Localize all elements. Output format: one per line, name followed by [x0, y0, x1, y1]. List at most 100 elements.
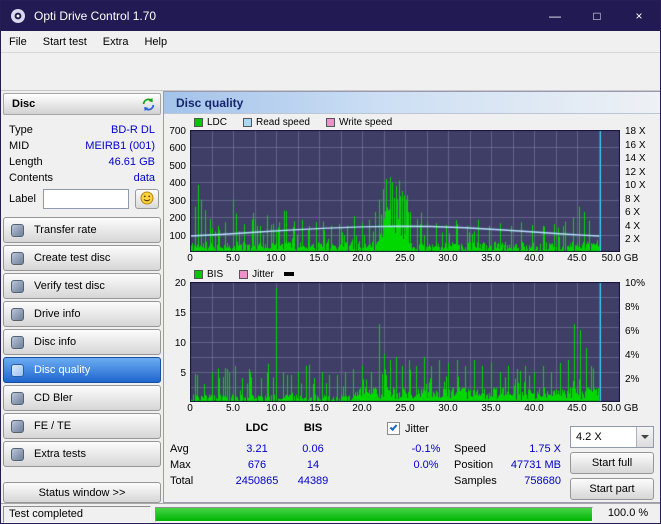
bis-y-axis-right: 10% 8% 6% 4% 2% — [622, 278, 660, 416]
toolbar: Drive (E:) HL-DT-ST BD-RE WH16NS48 1.D3 … — [1, 53, 660, 138]
ldc-y-axis-right: 18 X 16 X 14 X 12 X 10 X 8 X 6 X 4 X 2 X — [622, 126, 660, 266]
disc-quality-icon — [11, 364, 24, 377]
y-tick-label: 6% — [625, 326, 640, 337]
disc-label-input[interactable] — [43, 189, 129, 209]
x-tick-label: 0 — [187, 403, 193, 414]
contents-value[interactable]: data — [134, 172, 155, 184]
avg-jitter-value: -0.1% — [411, 443, 441, 455]
menu-extra[interactable]: Extra — [95, 33, 137, 51]
y-tick-label: 100 — [169, 231, 186, 242]
y-tick-label: 14 X — [625, 153, 646, 164]
rescan-disc-icon[interactable] — [141, 97, 156, 115]
x-tick-label: 10.0 — [266, 253, 286, 264]
avg-row-label: Avg — [170, 443, 189, 455]
close-button[interactable]: × — [618, 1, 660, 31]
cd-bler-label: CD Bler — [34, 392, 73, 404]
disc-quality-panel: Disc quality LDC Read speed Write speed … — [163, 91, 660, 504]
label-label: Label — [9, 193, 36, 205]
legend-write-speed: Write speed — [338, 116, 393, 128]
drive-info-label: Drive info — [34, 308, 81, 320]
menu-file[interactable]: File — [1, 33, 35, 51]
y-tick-label: 16 X — [625, 140, 646, 151]
x-tick-label: 15.0 — [309, 253, 329, 264]
x-tick-label: 5.0 — [226, 253, 240, 264]
maximize-button[interactable]: □ — [576, 1, 618, 31]
menu-start-test[interactable]: Start test — [35, 33, 95, 51]
avg-ldc-value: 3.21 — [246, 443, 268, 455]
x-tick-label: 40.0 — [524, 253, 544, 264]
total-bis-value: 44389 — [297, 475, 329, 487]
menubar: File Start test Extra Help — [1, 31, 660, 53]
sidebar-item-disc-quality[interactable]: Disc quality — [3, 357, 161, 383]
ldc-plot-canvas — [190, 130, 620, 252]
bis-y-axis-left: 20 15 10 5 — [164, 278, 188, 416]
status-window-button[interactable]: Status window >> — [3, 482, 161, 503]
titlebar: Opti Drive Control 1.70 — □ × — [1, 1, 660, 31]
smiley-button[interactable] — [135, 189, 159, 209]
verify-test-disc-label: Verify test disc — [34, 280, 105, 292]
ldc-column-header: LDC — [245, 422, 269, 434]
jitter-checkbox[interactable] — [387, 422, 400, 435]
y-tick-label: 8 X — [625, 194, 641, 205]
start-part-button[interactable]: Start part — [570, 478, 654, 500]
x-tick-label: 25.0 — [395, 253, 415, 264]
read-speed-swatch — [243, 117, 253, 127]
extra-tests-icon — [11, 448, 24, 461]
bis-chart: 20 15 10 5 10% 8% 6% 4% 2% 0 5.0 10.0 15.0 20.0 25.0… — [164, 278, 660, 416]
x-tick-label: 15.0 — [309, 403, 329, 414]
y-tick-label: 300 — [169, 196, 186, 207]
max-jitter-value: 0.0% — [413, 459, 439, 471]
y-tick-label: 20 — [174, 278, 186, 289]
start-full-button[interactable]: Start full — [570, 452, 654, 474]
y-tick-label: 5 — [180, 368, 186, 379]
sidebar-item-create-test-disc[interactable]: Create test disc — [3, 245, 161, 271]
menu-help[interactable]: Help — [136, 33, 175, 51]
disc-quality-label: Disc quality — [34, 364, 91, 376]
x-tick-label: 40.0 — [524, 403, 544, 414]
minimize-button[interactable]: — — [534, 1, 576, 31]
x-tick-label: 25.0 — [395, 403, 415, 414]
y-tick-label: 18 X — [625, 126, 646, 137]
max-ldc-value: 676 — [247, 459, 267, 471]
y-tick-label: 600 — [169, 143, 186, 154]
sidebar-item-drive-info[interactable]: Drive info — [3, 301, 161, 327]
sidebar-item-fe-te[interactable]: FE / TE — [3, 413, 161, 439]
sidebar-item-disc-info[interactable]: Disc info — [3, 329, 161, 355]
ldc-chart: 700 600 500 400 300 200 100 18 X 16 X 14 X 12 X 10… — [164, 126, 660, 266]
sidebar-item-cd-bler[interactable]: CD Bler — [3, 385, 161, 411]
extra-tests-label: Extra tests — [34, 448, 86, 460]
sidebar-item-transfer-rate[interactable]: Transfer rate — [3, 217, 161, 243]
transfer-rate-label: Transfer rate — [34, 224, 97, 236]
y-tick-label: 200 — [169, 213, 186, 224]
test-speed-select-arrow[interactable] — [636, 427, 653, 447]
smiley-icon — [140, 191, 154, 208]
checkmark-icon — [389, 423, 398, 431]
disc-info-icon — [11, 336, 24, 349]
app-window: Opti Drive Control 1.70 — □ × File Start… — [0, 0, 661, 524]
sidebar-item-verify-test-disc[interactable]: Verify test disc — [3, 273, 161, 299]
x-tick-label: 50.0 GB — [601, 253, 639, 264]
jitter-marker — [283, 272, 294, 276]
drive-info-icon — [11, 308, 24, 321]
y-tick-label: 6 X — [625, 207, 641, 218]
bis-column-header: BIS — [303, 422, 323, 434]
x-tick-label: 35.0 — [481, 403, 501, 414]
stats-area: LDC BIS Jitter Avg 3.21 0.06 -0.1% Max 6… — [164, 416, 660, 504]
x-tick-label: 30.0 — [438, 403, 458, 414]
y-tick-label: 12 X — [625, 167, 646, 178]
progress-fill — [156, 508, 592, 521]
test-speed-select[interactable]: 4.2 X — [570, 426, 654, 448]
sidebar-item-extra-tests[interactable]: Extra tests — [3, 441, 161, 467]
ldc-swatch — [194, 117, 203, 127]
y-tick-label: 500 — [169, 161, 186, 172]
ldc-y-axis-left: 700 600 500 400 300 200 100 — [164, 126, 188, 266]
length-value: 46.61 GB — [108, 156, 155, 168]
x-tick-label: 50.0 GB — [601, 403, 639, 414]
y-tick-label: 8% — [625, 302, 640, 313]
bis-x-axis: 0 5.0 10.0 15.0 20.0 25.0 30.0 35.0 40.0 45.0 50.0… — [164, 402, 660, 416]
jitter-checkbox-row: Jitter — [387, 422, 429, 435]
x-tick-label: 5.0 — [226, 403, 240, 414]
x-tick-label: 35.0 — [481, 253, 501, 264]
sidebar: Disc Type BD-R DL MID MEIRB1 (001) Lengt… — [1, 91, 163, 503]
create-test-disc-label: Create test disc — [34, 252, 111, 264]
